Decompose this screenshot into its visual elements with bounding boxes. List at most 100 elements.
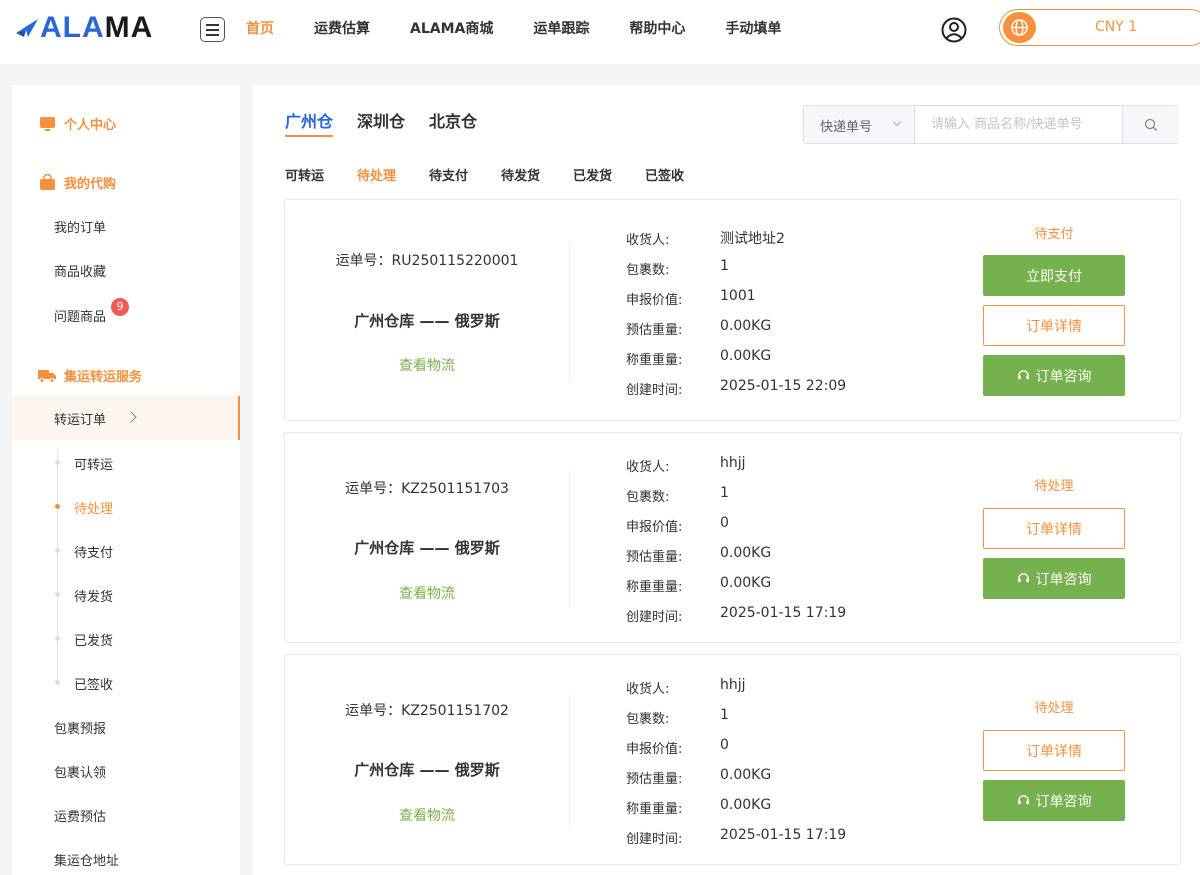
headset-icon <box>1017 370 1029 380</box>
submenu-dot <box>55 548 60 553</box>
order-detail-button[interactable]: 订单详情 <box>983 508 1125 549</box>
order-status: 待处理 <box>1034 479 1074 494</box>
route-text: 广州仓库 —— 俄罗斯 <box>354 312 500 330</box>
created-time-value: 2025-01-15 17:19 <box>720 827 847 843</box>
sidebar-purchase-label: 我的代购 <box>64 177 117 192</box>
status-tab-pending[interactable]: 待处理 <box>357 165 396 184</box>
waybill-number: 运单号：KZ2501151703 <box>345 481 509 497</box>
sidebar-item-freight-estimate[interactable]: 运费预估 <box>54 806 106 825</box>
nav-freight-estimate[interactable]: 运费估算 <box>294 18 390 38</box>
view-logistics-link[interactable]: 查看物流 <box>285 355 569 375</box>
weighed-weight-value: 0.00KG <box>720 348 772 364</box>
sidebar-item-warehouse-address[interactable]: 集运仓地址 <box>54 850 119 869</box>
logo-text-blue: ALA <box>40 11 105 44</box>
pay-now-button[interactable]: 立即支付 <box>983 255 1125 296</box>
alama-logo[interactable]: ALAMA <box>14 10 153 46</box>
waybill-number: 运单号：RU250115220001 <box>335 253 519 269</box>
active-tab-underline <box>285 135 333 137</box>
globe-icon <box>1003 12 1036 43</box>
order-detail-button[interactable]: 订单详情 <box>983 305 1125 346</box>
estimated-weight-value: 0.00KG <box>720 318 772 334</box>
declared-value: 0 <box>720 515 729 531</box>
declared-value: 1001 <box>720 288 756 304</box>
search-type-select[interactable]: 快递单号 <box>804 106 915 143</box>
submenu-dot <box>55 680 60 685</box>
created-time-label: 创建时间: <box>626 610 683 625</box>
nav-alama-mall[interactable]: ALAMA商城 <box>390 18 513 38</box>
status-tab-to-ship[interactable]: 待发货 <box>501 165 540 184</box>
sidebar-item-parcel-forecast[interactable]: 包裹预报 <box>54 718 106 737</box>
status-tab-shipped[interactable]: 已发货 <box>573 165 612 184</box>
currency-selector[interactable]: CNY 1 <box>999 9 1200 46</box>
order-consult-button[interactable]: 订单咨询 <box>983 355 1125 396</box>
weighed-weight-label: 称重重量: <box>626 353 683 368</box>
status-tab-received[interactable]: 已签收 <box>645 165 684 184</box>
sidebar-item-transfer-orders[interactable]: 转运订单 <box>12 396 240 440</box>
weighed-weight-value: 0.00KG <box>720 797 772 813</box>
search-button[interactable] <box>1122 106 1179 143</box>
tab-beijing-warehouse[interactable]: 北京仓 <box>429 108 477 132</box>
currency-label: CNY 1 <box>1095 19 1138 35</box>
sidebar-transfer-label: 转运订单 <box>54 413 107 428</box>
view-logistics-link[interactable]: 查看物流 <box>285 583 569 603</box>
submenu-shipped[interactable]: 已发货 <box>74 630 113 649</box>
sidebar-item-my-orders[interactable]: 我的订单 <box>54 217 106 236</box>
submenu-transferable[interactable]: 可转运 <box>74 454 113 473</box>
card-divider <box>569 471 570 607</box>
submenu-received[interactable]: 已签收 <box>74 674 113 693</box>
user-avatar-icon[interactable] <box>941 17 967 43</box>
status-tab-transferable[interactable]: 可转运 <box>285 165 324 184</box>
created-time-label: 创建时间: <box>626 383 683 398</box>
hamburger-menu-icon[interactable] <box>200 17 225 42</box>
sidebar-personal-center[interactable]: 个人中心 <box>38 114 116 133</box>
nav-manual-form[interactable]: 手动填单 <box>705 18 801 38</box>
logo-text: ALAMA <box>40 10 153 46</box>
headset-icon <box>1017 573 1029 583</box>
card-divider <box>569 693 570 829</box>
packages-label: 包裹数: <box>626 263 670 278</box>
declared-value: 0 <box>720 737 729 753</box>
tab-guangzhou-warehouse[interactable]: 广州仓 <box>285 108 333 132</box>
order-consult-label: 订单咨询 <box>1035 571 1092 588</box>
sidebar-item-favorites[interactable]: 商品收藏 <box>54 261 106 280</box>
receiver-label: 收货人: <box>626 460 670 475</box>
sidebar: 个人中心 我的代购 我的订单 商品收藏 问题商品 9 集运转运服务 转运订单 可… <box>12 85 240 875</box>
order-detail-label: 订单详情 <box>1026 743 1082 760</box>
nav-tracking[interactable]: 运单跟踪 <box>513 18 609 38</box>
order-consult-button[interactable]: 订单咨询 <box>983 780 1125 821</box>
view-logistics-link[interactable]: 查看物流 <box>285 805 569 825</box>
sidebar-forwarding-service[interactable]: 集运转运服务 <box>38 366 142 385</box>
estimated-weight-value: 0.00KG <box>720 545 772 561</box>
estimated-weight-label: 预估重量: <box>626 772 683 787</box>
search-input[interactable] <box>916 106 1122 143</box>
order-consult-label: 订单咨询 <box>1035 793 1092 810</box>
nav-help-center[interactable]: 帮助中心 <box>609 18 705 38</box>
order-detail-button[interactable]: 订单详情 <box>983 730 1125 771</box>
sidebar-item-parcel-claim[interactable]: 包裹认领 <box>54 762 106 781</box>
submenu-pending[interactable]: 待处理 <box>74 498 113 517</box>
created-time-label: 创建时间: <box>626 832 683 847</box>
order-consult-label: 订单咨询 <box>1035 368 1092 385</box>
submenu-to-pay[interactable]: 待支付 <box>74 542 113 561</box>
nav-home[interactable]: 首页 <box>226 18 294 38</box>
submenu-to-ship[interactable]: 待发货 <box>74 586 113 605</box>
sidebar-forwarding-label: 集运转运服务 <box>64 370 143 385</box>
sidebar-my-purchase[interactable]: 我的代购 <box>38 173 116 192</box>
packages-label: 包裹数: <box>626 490 670 505</box>
chevron-down-icon <box>892 117 902 127</box>
tab-shenzhen-warehouse[interactable]: 深圳仓 <box>357 108 405 132</box>
submenu-dot <box>55 592 60 597</box>
declared-value-label: 申报价值: <box>626 293 683 308</box>
status-tab-to-pay[interactable]: 待支付 <box>429 165 468 184</box>
receiver-value: hhjj <box>720 677 746 693</box>
receiver-value: hhjj <box>720 455 746 471</box>
order-card: 运单号：KZ2501151703 广州仓库 —— 俄罗斯 查看物流 收货人: 包… <box>284 432 1181 643</box>
headset-icon <box>1017 795 1029 805</box>
route-text: 广州仓库 —— 俄罗斯 <box>354 539 500 557</box>
order-consult-button[interactable]: 订单咨询 <box>983 558 1125 599</box>
order-status: 待支付 <box>1034 227 1074 242</box>
sidebar-item-problem-goods[interactable]: 问题商品 <box>54 306 106 325</box>
main-panel: 广州仓 深圳仓 北京仓 快递单号 可转运 待处理 待支付 待发货 已发货 已签收… <box>253 85 1200 875</box>
packages-value: 1 <box>720 485 729 501</box>
truck-icon <box>38 367 56 385</box>
